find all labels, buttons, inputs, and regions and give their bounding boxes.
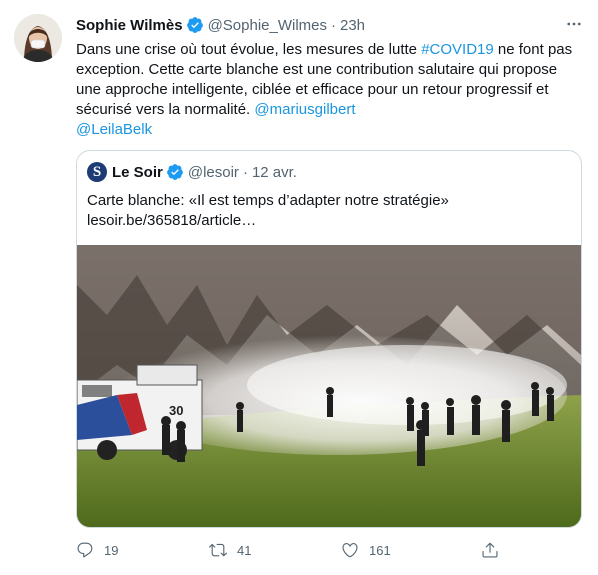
avatar-image xyxy=(14,14,62,62)
share-button[interactable] xyxy=(481,541,509,559)
mention-link[interactable]: @mariusgilbert xyxy=(254,101,355,118)
retweet-button[interactable]: 41 xyxy=(209,541,251,559)
quoted-tweet-photo[interactable]: 30 xyxy=(77,245,581,527)
hashtag-link[interactable]: #COVID19 xyxy=(421,41,494,58)
quoted-tweet-text: Carte blanche: «Il est temps d’adapter n… xyxy=(87,191,567,231)
tweet-time[interactable]: 23h xyxy=(340,17,365,34)
tweet-header: Sophie Wilmès @Sophie_Wilmes · 23h xyxy=(76,14,365,36)
quoted-author-name[interactable]: Le Soir xyxy=(112,164,163,181)
truck-number: 30 xyxy=(169,403,183,418)
mention-link[interactable]: @LeilaBelk xyxy=(76,121,152,138)
like-button[interactable]: 161 xyxy=(341,541,391,559)
quoted-author-handle[interactable]: @lesoir xyxy=(188,164,239,181)
retweet-count: 41 xyxy=(237,542,252,558)
quoted-tweet-header: S Le Soir @lesoir · 12 avr. xyxy=(87,161,297,183)
separator-dot: · xyxy=(331,16,336,34)
quoted-tweet-date[interactable]: 12 avr. xyxy=(252,164,297,181)
author-name[interactable]: Sophie Wilmès xyxy=(76,17,183,34)
retweet-icon xyxy=(209,543,227,557)
reply-icon xyxy=(77,542,93,558)
share-icon xyxy=(482,542,498,558)
quoted-tweet-line: Carte blanche: «Il est temps d’adapter n… xyxy=(87,192,449,209)
quoted-tweet-link[interactable]: lesoir.be/365818/article… xyxy=(87,211,567,231)
separator-dot: · xyxy=(242,163,248,181)
reply-count: 19 xyxy=(104,542,119,558)
tweet-text-part: Dans une crise où tout évolue, les mesur… xyxy=(76,41,422,58)
tweet: Sophie Wilmès @Sophie_Wilmes · 23h Dans … xyxy=(0,0,598,575)
verified-badge-icon xyxy=(166,163,184,181)
quoted-tweet[interactable]: S Le Soir @lesoir · 12 avr. Carte blanch… xyxy=(76,150,582,528)
lesoir-logo: S xyxy=(87,162,107,182)
like-count: 161 xyxy=(369,542,391,558)
verified-badge-icon xyxy=(186,16,204,34)
more-options-icon[interactable] xyxy=(564,14,584,34)
avatar[interactable] xyxy=(14,14,62,62)
tweet-actions: 19 41 161 xyxy=(76,538,506,562)
author-handle[interactable]: @Sophie_Wilmes xyxy=(208,17,327,34)
tweet-text: Dans une crise où tout évolue, les mesur… xyxy=(76,40,576,140)
heart-icon xyxy=(342,543,358,558)
reply-button[interactable]: 19 xyxy=(76,541,118,559)
